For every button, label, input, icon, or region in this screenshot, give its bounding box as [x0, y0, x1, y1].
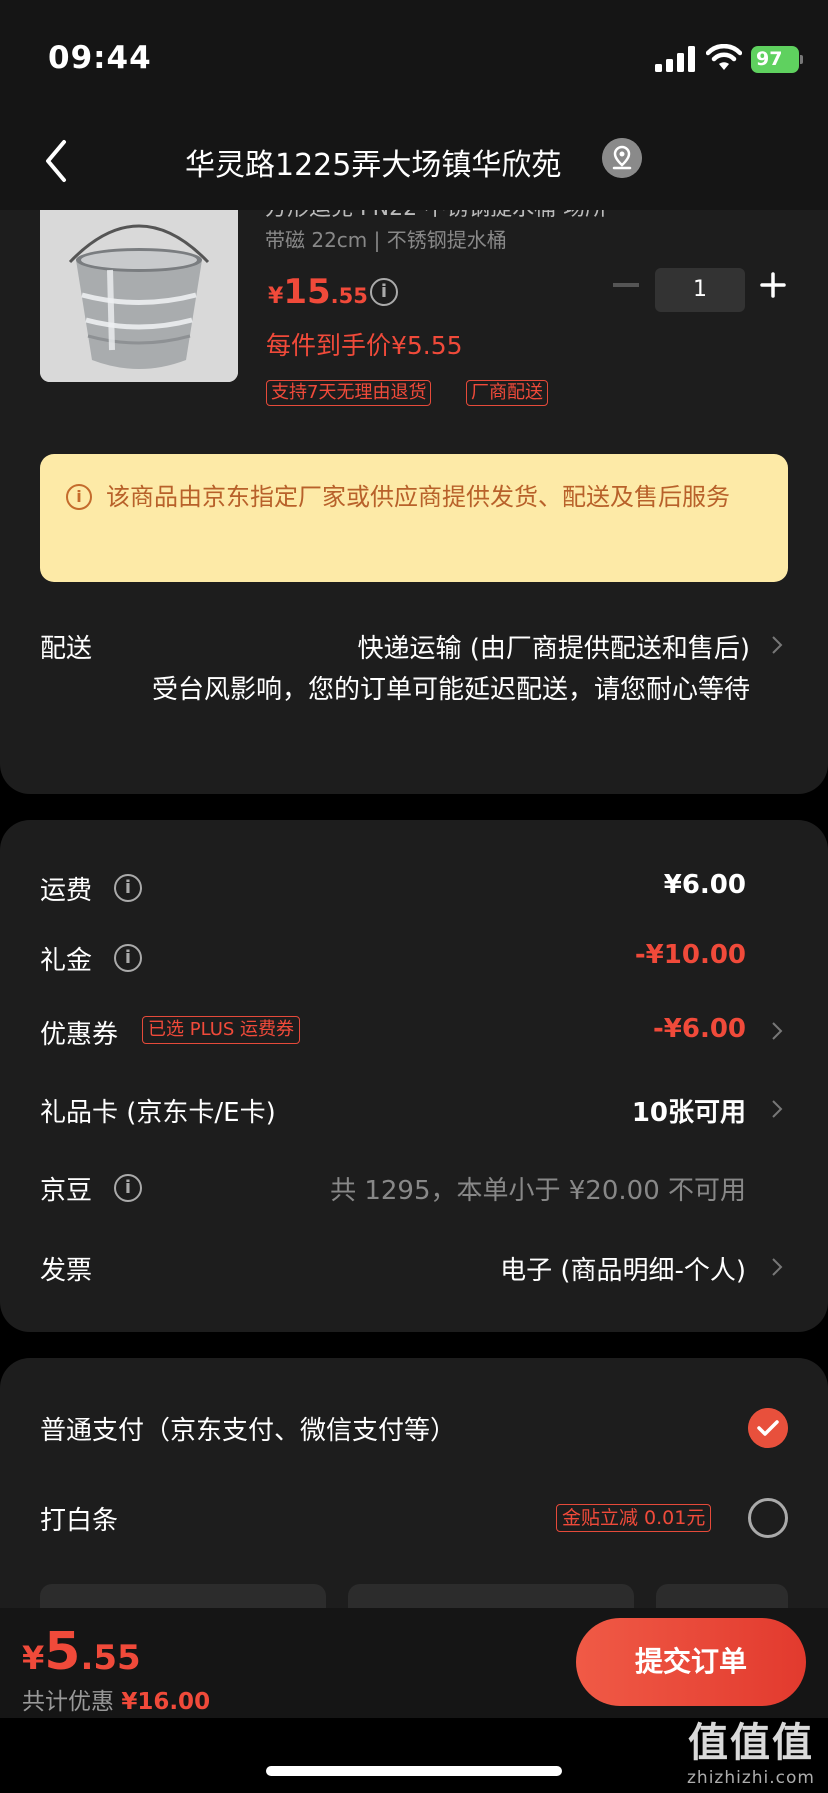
freight-row: 运费 i ¥6.00: [0, 862, 828, 912]
total-decimal: .55: [80, 1638, 141, 1678]
freight-value: ¥6.00: [663, 870, 746, 900]
back-arrow-icon[interactable]: [42, 138, 72, 184]
chevron-right-icon[interactable]: [770, 1098, 784, 1120]
gift-money-value: -¥10.00: [634, 940, 746, 970]
checkmark-selected-icon[interactable]: [748, 1408, 788, 1448]
battery-cap: [800, 55, 803, 64]
jingdou-row: 京豆 i 共 1295，本单小于 ¥20.00 不可用: [0, 1162, 828, 1212]
price-currency: ¥: [268, 284, 284, 309]
plus-coupon-tag: 已选 PLUS 运费券: [142, 1016, 301, 1044]
jingdou-value: 共 1295，本单小于 ¥20.00 不可用: [330, 1176, 746, 1206]
product-image[interactable]: [40, 210, 238, 382]
wifi-icon: [706, 44, 742, 70]
fee-summary-card: 运费 i ¥6.00 礼金 i -¥10.00 优惠券 已选 PLUS 运费券 …: [0, 820, 828, 1332]
jingdou-info-icon[interactable]: i: [114, 1174, 142, 1202]
total-currency: ¥: [22, 1639, 45, 1677]
chevron-right-icon[interactable]: [770, 1020, 784, 1042]
order-total: ¥5.55: [22, 1622, 141, 1682]
jingdou-label: 京豆: [40, 1176, 93, 1206]
baitiao-promo-tag: 金贴立减 0.01元: [556, 1504, 712, 1532]
coupon-label: 优惠券: [40, 1020, 119, 1050]
vendor-notice: i 该商品由京东指定厂家或供应商提供发货、配送及售后服务: [40, 454, 788, 582]
savings-value: ¥16.00: [121, 1689, 211, 1715]
price-info-icon[interactable]: i: [370, 278, 398, 306]
invoice-value: 电子 (商品明细-个人): [500, 1256, 746, 1286]
delivery-method[interactable]: 快递运输 (由厂商提供配送和售后): [357, 628, 750, 665]
invoice-label: 发票: [40, 1256, 93, 1286]
product-price: ¥15.55: [268, 272, 368, 312]
bucket-image: [40, 210, 238, 382]
location-pin-icon[interactable]: [602, 138, 642, 178]
watermark-logo: 值值值: [688, 1720, 814, 1766]
nav-bar: 华灵路1225弄大场镇华欣苑: [0, 110, 828, 210]
home-indicator-area: 值值值 zhizhizhi.com: [0, 1718, 828, 1793]
freight-label: 运费: [40, 876, 93, 906]
price-decimal: .55: [330, 284, 368, 308]
gift-card-label: 礼品卡 (京东卡/E卡): [40, 1098, 276, 1128]
coupon-row[interactable]: 优惠券 已选 PLUS 运费券 -¥6.00: [0, 1006, 828, 1056]
coupon-value: -¥6.00: [652, 1014, 746, 1044]
total-savings: 共计优惠 ¥16.00: [22, 1682, 210, 1716]
qty-plus-button[interactable]: [760, 272, 786, 298]
address-title[interactable]: 华灵路1225弄大场镇华欣苑: [185, 140, 561, 184]
product-title[interactable]: 方形运兑 FN22 不锈钢提水桶 场所: [265, 210, 607, 222]
total-integer: 5: [44, 1622, 81, 1682]
watermark-domain: zhizhizhi.com: [687, 1768, 815, 1788]
freight-info-icon[interactable]: i: [114, 874, 142, 902]
battery-level: 97: [756, 48, 783, 70]
status-time: 09:44: [48, 40, 152, 76]
home-indicator[interactable]: [266, 1766, 562, 1776]
unit-price: 每件到手价¥5.55: [266, 331, 463, 360]
invoice-row[interactable]: 发票 电子 (商品明细-个人): [0, 1242, 828, 1292]
delivery-delay-note: 受台风影响，您的订单可能延迟配送，请您耐心等待: [151, 675, 750, 705]
notice-info-icon: i: [66, 484, 92, 510]
chevron-right-icon[interactable]: [770, 1256, 784, 1278]
radio-unselected-icon[interactable]: [748, 1498, 788, 1538]
vendor-delivery-tag: 厂商配送: [466, 380, 548, 406]
normal-payment-label[interactable]: 普通支付（京东支付、微信支付等）: [40, 1410, 456, 1447]
qty-minus-button[interactable]: [613, 283, 639, 287]
gift-card-row[interactable]: 礼品卡 (京东卡/E卡) 10张可用: [0, 1084, 828, 1134]
site-watermark: 值值值 zhizhizhi.com: [676, 1718, 826, 1788]
gift-money-row: 礼金 i -¥10.00: [0, 932, 828, 982]
gift-money-label: 礼金: [40, 946, 93, 976]
price-integer: 15: [283, 272, 331, 312]
notice-text: 该商品由京东指定厂家或供应商提供发货、配送及售后服务: [106, 483, 730, 511]
checkout-bar: ¥5.55 共计优惠 ¥16.00 提交订单: [0, 1608, 828, 1718]
baitiao-payment-label[interactable]: 打白条: [40, 1500, 118, 1537]
status-bar: 09:44 97: [0, 0, 828, 110]
gift-money-info-icon[interactable]: i: [114, 944, 142, 972]
battery-icon: 97: [751, 46, 799, 73]
return-policy-tag: 支持7天无理由退货: [266, 380, 432, 406]
chevron-right-icon[interactable]: [770, 634, 784, 656]
submit-order-button[interactable]: 提交订单: [576, 1618, 806, 1706]
savings-label: 共计优惠: [22, 1689, 114, 1715]
signal-icon: [655, 46, 695, 72]
qty-input[interactable]: 1: [655, 268, 745, 312]
delivery-label: 配送: [40, 634, 93, 664]
order-product-card: 方形运兑 FN22 不锈钢提水桶 场所 带磁 22cm | 不锈钢提水桶 ¥15…: [0, 210, 828, 794]
product-spec: 带磁 22cm | 不锈钢提水桶: [265, 228, 507, 252]
gift-card-value: 10张可用: [631, 1098, 746, 1128]
